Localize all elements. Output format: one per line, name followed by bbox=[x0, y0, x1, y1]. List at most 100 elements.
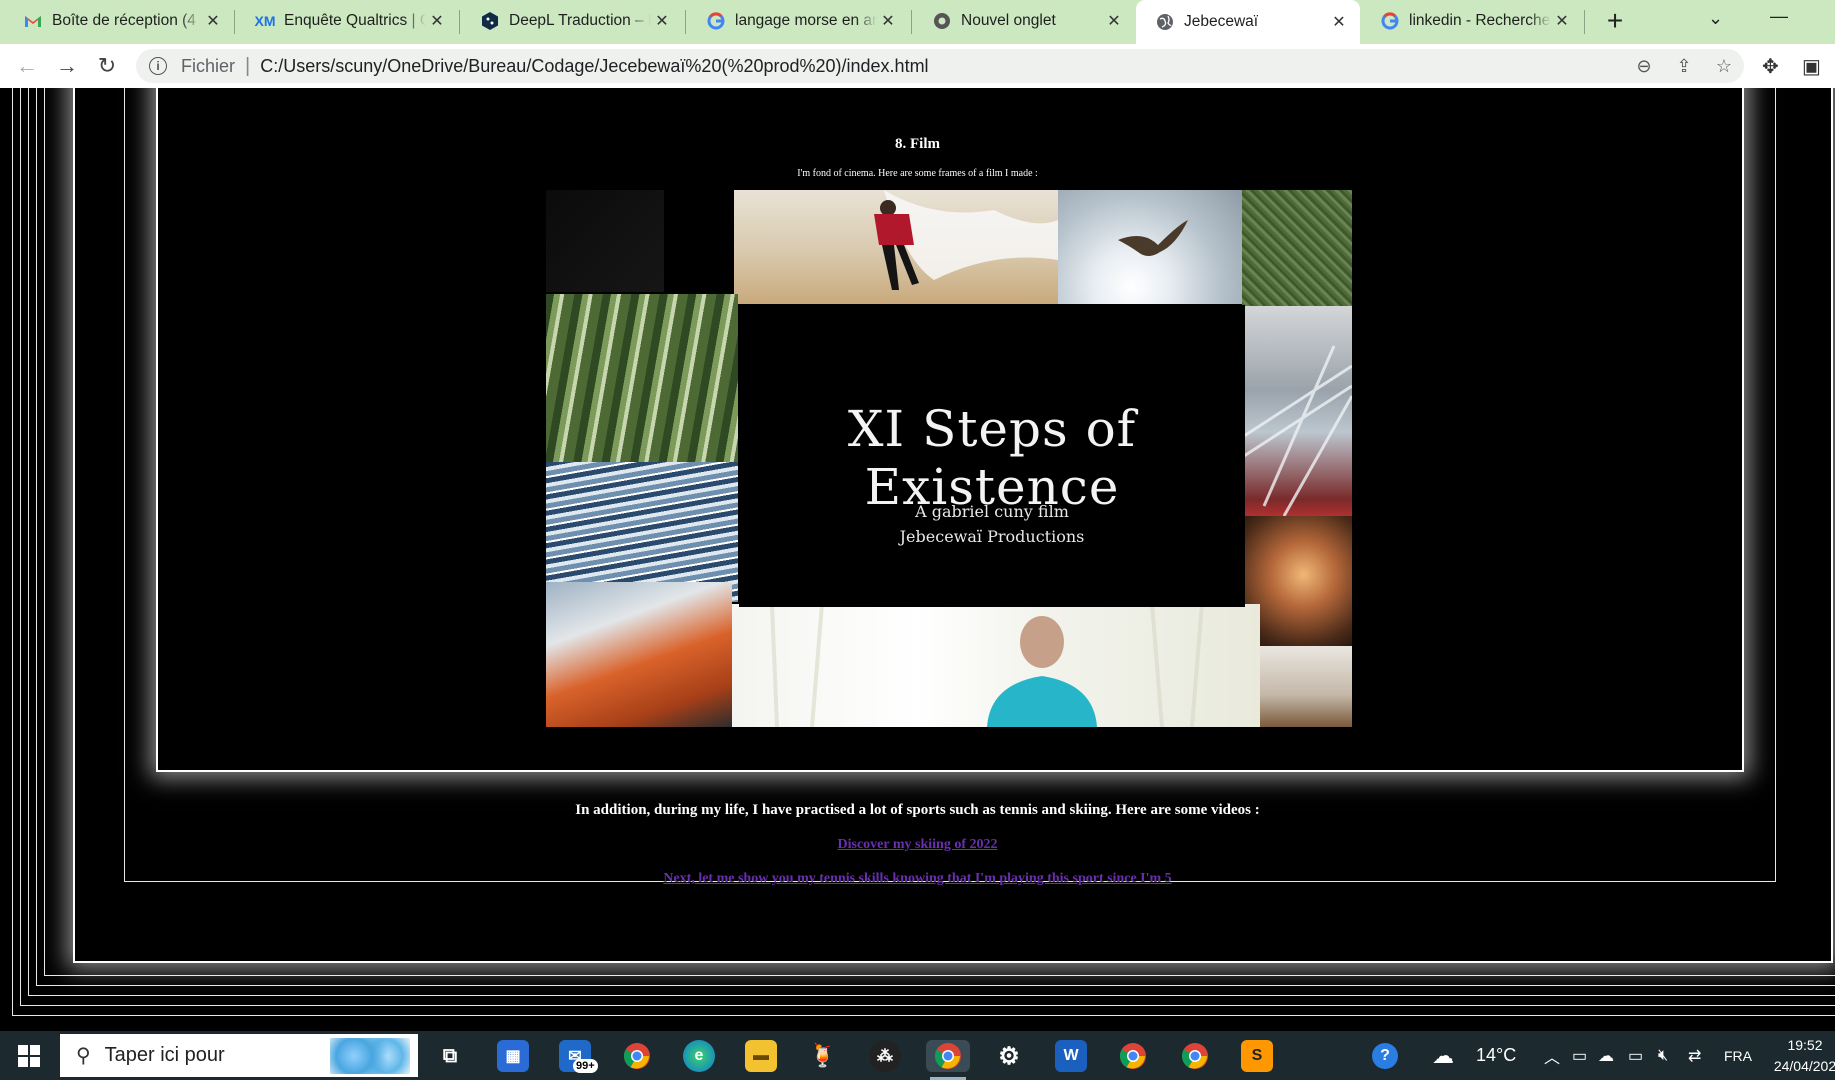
section-subtitle: I'm fond of cinema. Here are some frames… bbox=[797, 168, 1038, 179]
close-tab-icon[interactable]: ✕ bbox=[202, 10, 224, 32]
film-frames-collage: XI Steps of Existence A gabriel cuny fil… bbox=[546, 190, 1352, 727]
word-icon[interactable]: W bbox=[1055, 1040, 1087, 1072]
tab-divider bbox=[685, 10, 686, 34]
microsoft-store-icon[interactable]: ▦ bbox=[497, 1040, 529, 1072]
side-panel-icon[interactable]: ▣ bbox=[1802, 54, 1821, 79]
skiing-video-link[interactable]: Discover my skiing of 2022 bbox=[838, 837, 998, 852]
start-button[interactable] bbox=[18, 1045, 40, 1067]
volume-muted-icon[interactable]: 🔇︎ bbox=[1658, 1031, 1668, 1080]
google-icon bbox=[707, 12, 725, 30]
tab-qualtrics[interactable]: XM Enquête Qualtrics | Ge ✕ bbox=[236, 0, 458, 42]
search-icon: ⚲ bbox=[76, 1045, 91, 1067]
chrome-active-icon[interactable] bbox=[926, 1040, 970, 1072]
chrome-icon bbox=[933, 12, 951, 30]
film-frame-forest bbox=[546, 294, 738, 464]
davinci-resolve-icon[interactable]: ⁂ bbox=[869, 1040, 901, 1072]
tab-divider bbox=[459, 10, 460, 34]
close-tab-icon[interactable]: ✕ bbox=[651, 10, 673, 32]
settings-gear-icon[interactable]: ⚙ bbox=[993, 1040, 1025, 1072]
back-button[interactable]: ← bbox=[14, 54, 40, 80]
film-frame-bright-figure bbox=[732, 603, 1260, 727]
deepl-icon bbox=[481, 12, 499, 30]
qualtrics-icon: XM bbox=[254, 13, 276, 29]
windows-taskbar: ⚲ Taper ici pour ⧉ ▦ ✉ 99+ e ▬ 🍹 ⁂ ⚙ W S… bbox=[0, 1031, 1835, 1080]
person-figure bbox=[770, 603, 1204, 727]
new-tab-button[interactable]: + bbox=[1599, 6, 1631, 38]
gmail-icon bbox=[24, 12, 42, 30]
film-title-card: XI Steps of Existence A gabriel cuny fil… bbox=[739, 305, 1245, 607]
chrome-profile-2-icon[interactable] bbox=[1179, 1040, 1211, 1072]
seagull-figure bbox=[1118, 220, 1188, 256]
input-language[interactable]: FRA bbox=[1724, 1031, 1752, 1080]
toolbar: ← → ↻ i Fichier | C:/Users/scuny/OneDriv… bbox=[0, 44, 1835, 88]
film-title: XI Steps of Existence bbox=[847, 400, 1137, 516]
clock-date: 24/04/202 bbox=[1773, 1058, 1835, 1074]
zoom-icon[interactable]: ⊖ bbox=[1624, 56, 1664, 77]
file-explorer-icon[interactable]: ▬ bbox=[745, 1040, 777, 1072]
tab-linkedin[interactable]: linkedin - Recherche G ✕ bbox=[1361, 0, 1583, 42]
film-frame-seagull bbox=[1058, 190, 1242, 304]
tab-gmail[interactable]: Boîte de réception (4 ✕ bbox=[4, 0, 234, 42]
close-tab-icon[interactable]: ✕ bbox=[1328, 11, 1350, 33]
extensions-puzzle-icon[interactable]: ✥ bbox=[1762, 54, 1779, 79]
scheme-separator: | bbox=[245, 54, 251, 77]
cloud-sync-icon[interactable]: ☁ bbox=[1598, 1031, 1614, 1080]
help-icon[interactable]: ? bbox=[1372, 1031, 1398, 1080]
tennis-video-link[interactable]: Next, let me show you my tennis skills k… bbox=[663, 871, 1171, 886]
camera-icon[interactable]: ▭ bbox=[1572, 1031, 1587, 1080]
film-frame-blur-orange bbox=[1244, 516, 1352, 646]
forward-button[interactable]: → bbox=[54, 54, 80, 80]
taskbar-search-box[interactable]: ⚲ Taper ici pour bbox=[60, 1034, 418, 1077]
chrome-taskbar-icon[interactable] bbox=[621, 1040, 653, 1072]
game-app-icon[interactable]: 🍹 bbox=[807, 1040, 839, 1072]
minimize-window-button[interactable]: — bbox=[1770, 6, 1788, 27]
film-frame-dark bbox=[546, 190, 664, 292]
sublime-text-icon[interactable]: S bbox=[1241, 1040, 1273, 1072]
share-icon[interactable]: ⇪ bbox=[1664, 56, 1704, 77]
tab-strip: Boîte de réception (4 ✕ XM Enquête Qualt… bbox=[0, 0, 1835, 44]
clock-time: 19:52 bbox=[1787, 1037, 1823, 1053]
tennis-link-row: Next, let me show you my tennis skills k… bbox=[0, 869, 1835, 887]
close-tab-icon[interactable]: ✕ bbox=[1103, 10, 1125, 32]
site-info-icon[interactable]: i bbox=[149, 57, 167, 75]
close-tab-icon[interactable]: ✕ bbox=[426, 10, 448, 32]
system-clock[interactable]: 19:52 24/04/202 bbox=[1770, 1035, 1835, 1077]
search-placeholder: Taper ici pour bbox=[104, 1044, 225, 1066]
show-hidden-icons-chevron-icon[interactable]: ︿ bbox=[1544, 1031, 1560, 1080]
reload-button[interactable]: ↻ bbox=[94, 54, 120, 80]
runner-figure bbox=[874, 190, 1058, 290]
skiing-link-row: Discover my skiing of 2022 bbox=[0, 835, 1835, 853]
omnibox-actions: ⊖ ⇪ ☆ bbox=[1624, 49, 1744, 83]
film-credit-production: Jebecewaï Productions bbox=[899, 527, 1085, 546]
weather-cloud-icon[interactable]: ☁ bbox=[1432, 1031, 1454, 1080]
film-credit-director: A gabriel cuny film bbox=[915, 502, 1069, 521]
tab-divider bbox=[911, 10, 912, 34]
film-frame-boat bbox=[546, 582, 732, 727]
network-icon[interactable]: ⇄ bbox=[1688, 1031, 1701, 1080]
bookmark-star-icon[interactable]: ☆ bbox=[1704, 56, 1744, 77]
address-bar[interactable]: i Fichier | C:/Users/scuny/OneDrive/Bure… bbox=[136, 49, 1744, 83]
edge-icon[interactable]: e bbox=[683, 1040, 715, 1072]
tab-search-chevron-icon[interactable]: ⌄ bbox=[1708, 8, 1723, 29]
tab-morse[interactable]: langage morse en ang ✕ bbox=[687, 0, 909, 42]
section-title-film: 8. Film bbox=[895, 136, 940, 152]
tab-jebecewai[interactable]: Jebecewaï ✕ bbox=[1136, 0, 1360, 44]
tab-deepl[interactable]: DeepL Traduction – De ✕ bbox=[461, 0, 683, 42]
film-frame-stadium bbox=[1243, 306, 1352, 517]
sports-paragraph: In addition, during my life, I have prac… bbox=[575, 802, 1260, 818]
tab-divider bbox=[1584, 10, 1585, 34]
task-view-icon[interactable]: ⧉ bbox=[434, 1040, 466, 1072]
film-frame-beach bbox=[734, 190, 1058, 304]
tab-new-tab[interactable]: Nouvel onglet ✕ bbox=[913, 0, 1135, 42]
film-frame-ocean bbox=[546, 462, 738, 602]
web-page: 8. Film I'm fond of cinema. Here are som… bbox=[0, 88, 1835, 1031]
url-text[interactable]: C:/Users/scuny/OneDrive/Bureau/Codage/Je… bbox=[260, 56, 928, 77]
mail-badge: 99+ bbox=[573, 1059, 598, 1073]
stadium-lines bbox=[1243, 345, 1352, 517]
chrome-profile-icon[interactable] bbox=[1117, 1040, 1149, 1072]
weather-temperature[interactable]: 14°C bbox=[1476, 1031, 1516, 1080]
close-tab-icon[interactable]: ✕ bbox=[877, 10, 899, 32]
close-tab-icon[interactable]: ✕ bbox=[1551, 10, 1573, 32]
battery-icon[interactable]: ▭ bbox=[1628, 1031, 1643, 1080]
film-frame-grass bbox=[1242, 190, 1352, 306]
